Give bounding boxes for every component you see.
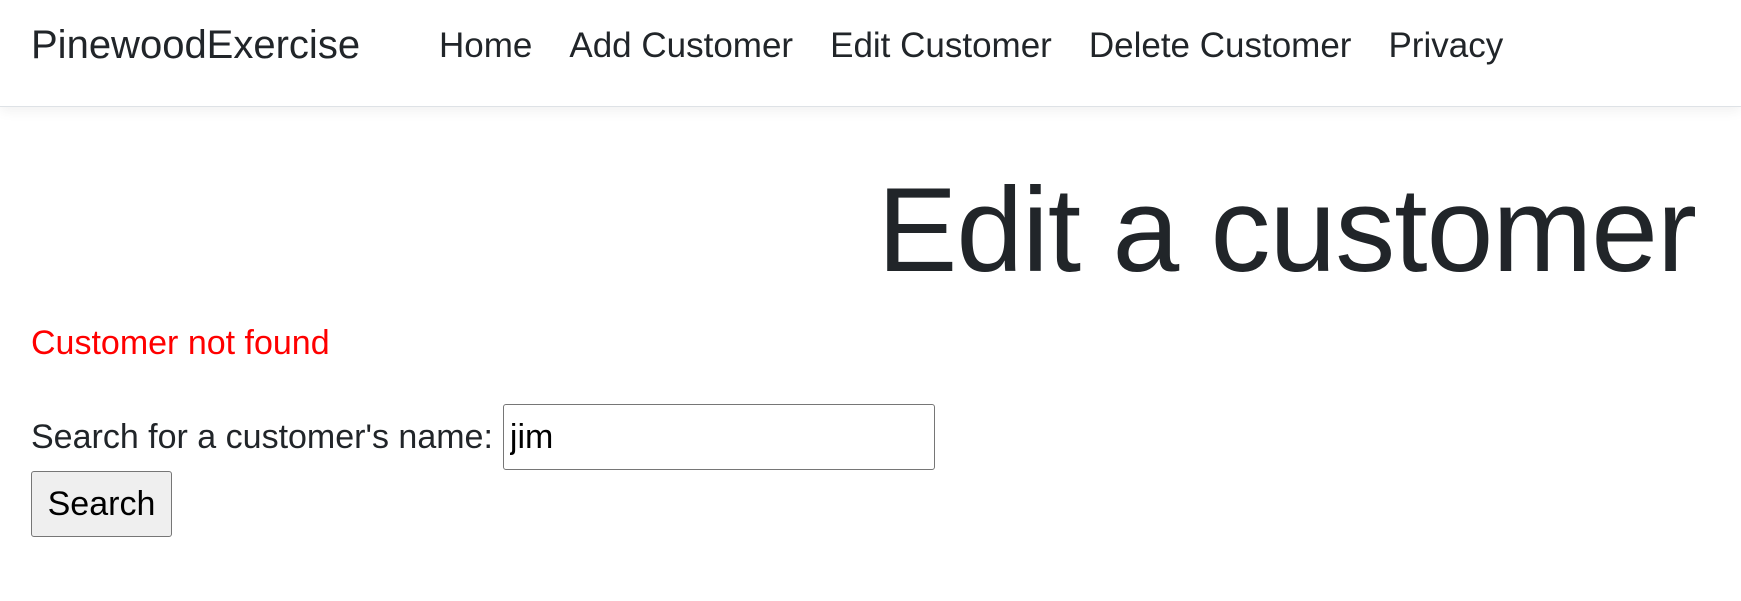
page-title: Edit a customer [877, 163, 1697, 297]
nav-link-home[interactable]: Home [439, 24, 532, 68]
nav-link-edit-customer[interactable]: Edit Customer [830, 24, 1052, 68]
search-form: Search for a customer's name: [31, 404, 935, 470]
search-button[interactable]: Search [31, 471, 172, 537]
search-label: Search for a customer's name: [31, 418, 493, 456]
search-input[interactable] [502, 404, 935, 470]
nav-link-privacy[interactable]: Privacy [1388, 24, 1503, 68]
error-message: Customer not found [31, 324, 330, 362]
brand-link[interactable]: PinewoodExercise [31, 21, 360, 69]
navbar: PinewoodExercise Home Add Customer Edit … [0, 0, 1741, 107]
nav-link-add-customer[interactable]: Add Customer [569, 24, 793, 68]
nav-link-delete-customer[interactable]: Delete Customer [1089, 24, 1352, 68]
nav-links: Home Add Customer Edit Customer Delete C… [439, 24, 1540, 68]
